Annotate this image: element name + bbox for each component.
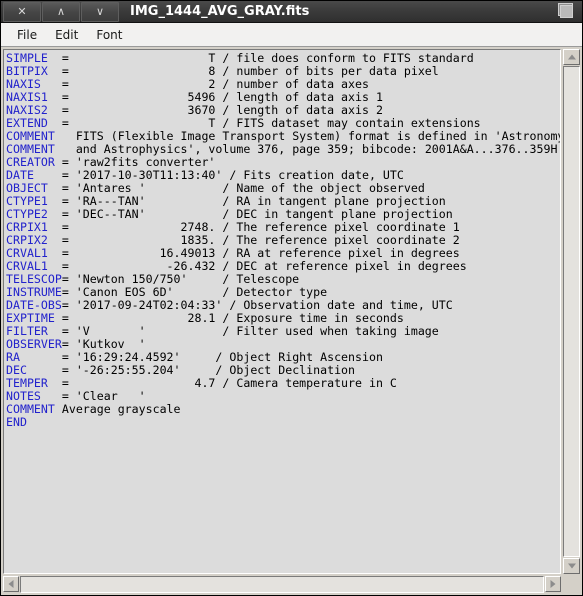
fits-value-comment: = 'Canon EOS 6D' / Detector type bbox=[61, 285, 328, 299]
fits-value-comment: = 4.7 / Camera temperature in C bbox=[47, 376, 397, 390]
shade-up-button[interactable]: ∧ bbox=[42, 1, 80, 22]
fits-keyword: RA bbox=[6, 350, 20, 364]
fits-value-comment: = '-26:25:55.204' / Object Declination bbox=[26, 363, 356, 377]
hscroll-row bbox=[3, 574, 580, 593]
fits-value-comment: = 2748. / The reference pixel coordinate… bbox=[47, 220, 460, 234]
fits-value-comment: = T / file does conform to FITS standard bbox=[47, 51, 474, 65]
vertical-scrollbar[interactable] bbox=[563, 49, 580, 574]
maximize-icon-inner bbox=[560, 5, 573, 18]
fits-keyword: CRVAL1 bbox=[6, 259, 48, 273]
fits-keyword: COMMENT bbox=[6, 129, 55, 143]
fits-header-line: END bbox=[6, 416, 560, 429]
window-titlebar: ✕ ∧ ∨ IMG_1444_AVG_GRAY.fits bbox=[1, 1, 582, 23]
menu-item-font[interactable]: Font bbox=[88, 26, 130, 44]
scroll-up-arrow-icon[interactable] bbox=[563, 49, 580, 65]
fits-value-comment: = 'Antares ' / Name of the object observ… bbox=[47, 181, 425, 195]
fits-keyword: END bbox=[6, 415, 27, 429]
fits-keyword: DATE-OBS bbox=[6, 298, 62, 312]
fits-value-comment: = 'Kutkov ' bbox=[61, 337, 146, 351]
fits-keyword: TELESCOP bbox=[6, 272, 62, 286]
fits-value-comment: = 'raw2fits converter' bbox=[54, 155, 216, 169]
fits-value-comment: = 28.1 / Exposure time in seconds bbox=[54, 311, 404, 325]
fits-value-comment: = 5496 / length of data axis 1 bbox=[47, 90, 383, 104]
fits-value-comment: = 'RA---TAN' / RA in tangent plane proje… bbox=[47, 194, 446, 208]
fits-header-window: ✕ ∧ ∨ IMG_1444_AVG_GRAY.fits File Edit F… bbox=[0, 0, 583, 596]
fits-header-text: SIMPLE = T / file does conform to FITS s… bbox=[6, 52, 560, 429]
fits-value-comment: = T / FITS dataset may contain extension… bbox=[47, 116, 481, 130]
fits-keyword: DEC bbox=[6, 363, 27, 377]
fits-value-comment: = 'Clear ' bbox=[40, 389, 146, 403]
fits-keyword: CRPIX1 bbox=[6, 220, 48, 234]
horizontal-scrollbar[interactable] bbox=[3, 576, 561, 593]
shade-down-button[interactable]: ∨ bbox=[81, 1, 119, 22]
fits-value-comment: Average grayscale bbox=[54, 402, 181, 416]
fits-keyword: NOTES bbox=[6, 389, 41, 403]
fits-value-comment: = -26.432 / DEC at reference pixel in de… bbox=[47, 259, 467, 273]
maximize-icon[interactable] bbox=[558, 3, 575, 20]
fits-keyword: SIMPLE bbox=[6, 51, 48, 65]
fits-keyword: NAXIS bbox=[6, 77, 41, 91]
text-and-vscroll-row: SIMPLE = T / file does conform to FITS s… bbox=[3, 49, 580, 574]
scroll-right-arrow-icon[interactable] bbox=[545, 576, 561, 592]
fits-keyword: EXPTIME bbox=[6, 311, 55, 325]
fits-keyword: INSTRUME bbox=[6, 285, 62, 299]
fits-value-comment: = 'DEC--TAN' / DEC in tangent plane proj… bbox=[47, 207, 453, 221]
menubar: File Edit Font bbox=[1, 23, 582, 47]
fits-keyword: COMMENT bbox=[6, 142, 55, 156]
fits-value-comment: = '2017-10-30T11:13:40' / Fits creation … bbox=[33, 168, 404, 182]
close-button[interactable]: ✕ bbox=[3, 1, 41, 22]
fits-keyword: COMMENT bbox=[6, 402, 55, 416]
scrollbar-corner bbox=[563, 574, 580, 593]
fits-keyword: OBSERVER bbox=[6, 337, 62, 351]
fits-keyword: CTYPE2 bbox=[6, 207, 48, 221]
fits-value-comment: = 16.49013 / RA at reference pixel in de… bbox=[47, 246, 460, 260]
window-body: SIMPLE = T / file does conform to FITS s… bbox=[1, 47, 582, 595]
fits-value-comment: = 'V ' / Filter used when taking image bbox=[47, 324, 439, 338]
fits-keyword: BITPIX bbox=[6, 64, 48, 78]
fits-value-comment: = '2017-09-24T02:04:33' / Observation da… bbox=[61, 298, 453, 312]
fits-keyword: CTYPE1 bbox=[6, 194, 48, 208]
fits-value-comment: FITS (Flexible Image Transport System) f… bbox=[54, 129, 561, 143]
menu-item-file[interactable]: File bbox=[9, 26, 45, 44]
fits-value-comment: = 3670 / length of data axis 2 bbox=[47, 103, 383, 117]
fits-keyword: CRPIX2 bbox=[6, 233, 48, 247]
fits-value-comment: = 1835. / The reference pixel coordinate… bbox=[47, 233, 460, 247]
fits-value-comment: = 8 / number of bits per data pixel bbox=[47, 64, 439, 78]
fits-value-comment: and Astrophysics', volume 376, page 359;… bbox=[54, 142, 558, 156]
scroll-down-arrow-icon[interactable] bbox=[563, 558, 580, 574]
fits-value-comment: = 'Newton 150/750' / Telescope bbox=[61, 272, 300, 286]
horizontal-scrollbar-trough[interactable] bbox=[20, 576, 544, 593]
fits-keyword: OBJECT bbox=[6, 181, 48, 195]
fits-header-line: COMMENT Average grayscale bbox=[6, 403, 560, 416]
fits-keyword: NAXIS1 bbox=[6, 90, 48, 104]
fits-keyword: TEMPER bbox=[6, 376, 48, 390]
vertical-scrollbar-trough[interactable] bbox=[563, 66, 580, 557]
fits-keyword: EXTEND bbox=[6, 116, 48, 130]
fits-header-text-pane[interactable]: SIMPLE = T / file does conform to FITS s… bbox=[3, 49, 561, 574]
fits-value-comment: = 2 / number of data axes bbox=[40, 77, 369, 91]
fits-keyword: CREATOR bbox=[6, 155, 55, 169]
fits-keyword: FILTER bbox=[6, 324, 48, 338]
scroll-left-arrow-icon[interactable] bbox=[3, 576, 19, 592]
menu-item-edit[interactable]: Edit bbox=[47, 26, 86, 44]
window-title: IMG_1444_AVG_GRAY.fits bbox=[130, 4, 310, 19]
fits-value-comment: = '16:29:24.4592' / Object Right Ascensi… bbox=[19, 350, 383, 364]
fits-keyword: NAXIS2 bbox=[6, 103, 48, 117]
fits-keyword: CRVAL1 bbox=[6, 246, 48, 260]
fits-keyword: DATE bbox=[6, 168, 34, 182]
